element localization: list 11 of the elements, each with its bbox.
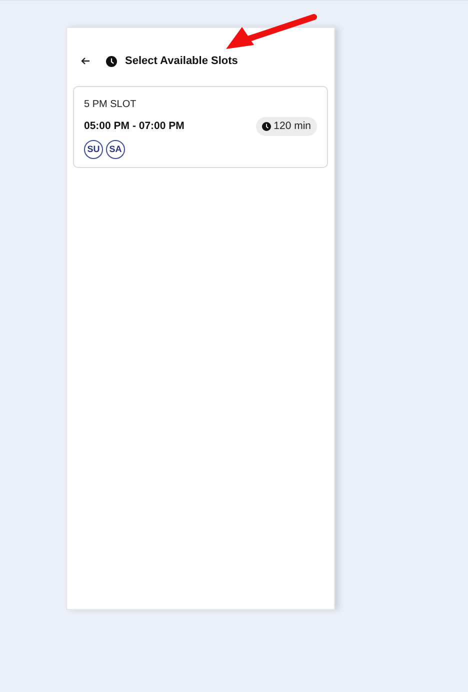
day-chip: SA <box>106 140 125 160</box>
slot-name: 5 PM SLOT <box>84 98 138 112</box>
clock-icon <box>106 56 117 67</box>
back-arrow-icon <box>80 57 90 66</box>
clock-icon <box>262 122 271 131</box>
back-button[interactable] <box>80 56 90 66</box>
day-chip: SU <box>84 140 103 160</box>
page-title: Select Available Slots <box>125 54 238 69</box>
duration-badge: 120 min <box>256 116 317 136</box>
slot-time: 05:00 PM - 07:00 PM <box>84 118 184 134</box>
slot-card[interactable]: 5 PM SLOT 05:00 PM - 07:00 PM 120 min SU SA <box>73 86 328 168</box>
